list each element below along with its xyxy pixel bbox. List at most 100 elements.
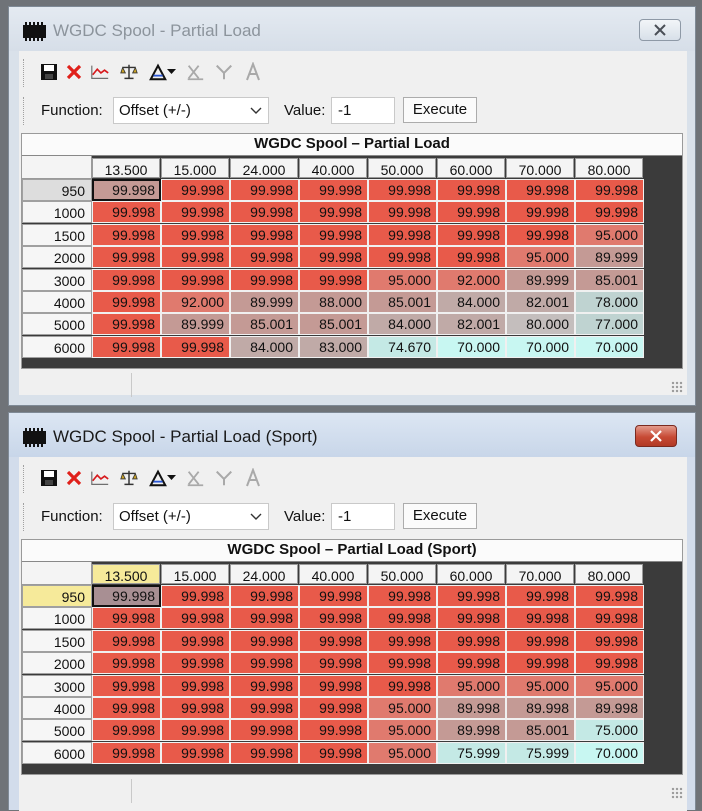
table-cell[interactable]: 99.998 [92, 719, 161, 742]
table-cell[interactable]: 89.998 [437, 697, 506, 719]
table-cell[interactable]: 80.000 [506, 313, 575, 336]
table-cell[interactable]: 99.998 [161, 179, 230, 201]
table-cell[interactable]: 84.000 [437, 291, 506, 313]
table-cell[interactable]: 99.998 [92, 697, 161, 719]
row-header[interactable]: 6000 [22, 335, 92, 358]
table-cell[interactable]: 74.670 [368, 335, 437, 358]
compare-icon[interactable] [119, 62, 139, 82]
table-cell[interactable]: 99.998 [161, 741, 230, 764]
table-cell[interactable]: 99.998 [161, 719, 230, 742]
table-cell[interactable]: 99.998 [92, 674, 161, 697]
table-cell[interactable]: 99.998 [161, 201, 230, 224]
resize-grip-icon[interactable] [671, 787, 683, 799]
table-cell[interactable]: 99.998 [299, 652, 368, 675]
table-cell[interactable]: 99.998 [437, 652, 506, 675]
column-header[interactable]: 40.000 [299, 564, 367, 584]
table-cell[interactable]: 84.000 [230, 335, 299, 358]
row-header[interactable]: 3000 [22, 268, 92, 291]
table-cell[interactable]: 99.998 [230, 652, 299, 675]
table-cell[interactable]: 70.000 [575, 335, 644, 358]
column-header[interactable]: 60.000 [437, 564, 505, 584]
table-cell[interactable]: 99.998 [92, 607, 161, 630]
table-cell[interactable]: 95.000 [368, 741, 437, 764]
table-cell[interactable]: 99.998 [230, 223, 299, 246]
row-header[interactable]: 3000 [22, 674, 92, 697]
close-button[interactable] [639, 19, 681, 41]
table-cell[interactable]: 75.999 [437, 741, 506, 764]
execute-button[interactable]: Execute [403, 503, 477, 529]
function-select[interactable]: Offset (+/-) [113, 97, 269, 124]
table-cell[interactable]: 95.000 [368, 268, 437, 291]
table-cell[interactable]: 99.998 [299, 697, 368, 719]
table-cell[interactable]: 95.000 [575, 674, 644, 697]
table-cell[interactable]: 99.998 [92, 313, 161, 336]
table-cell[interactable]: 99.998 [299, 585, 368, 607]
save-icon[interactable] [39, 468, 59, 488]
column-header[interactable]: 40.000 [299, 158, 367, 178]
table-cell[interactable]: 99.998 [437, 585, 506, 607]
table-cell[interactable]: 99.998 [437, 607, 506, 630]
table-cell[interactable]: 89.999 [575, 246, 644, 269]
table-cell[interactable]: 83.000 [299, 335, 368, 358]
column-header[interactable]: 24.000 [230, 158, 298, 178]
table-cell[interactable]: 99.998 [161, 223, 230, 246]
table-cell[interactable]: 82.001 [506, 291, 575, 313]
table-cell[interactable]: 92.000 [161, 291, 230, 313]
table-cell[interactable]: 99.998 [368, 629, 437, 652]
graph-icon[interactable] [90, 62, 110, 82]
table-cell[interactable]: 99.998 [230, 607, 299, 630]
table-cell[interactable]: 77.000 [575, 313, 644, 336]
table-cell[interactable]: 99.998 [368, 652, 437, 675]
table-cell[interactable]: 99.998 [299, 223, 368, 246]
table-cell[interactable]: 99.998 [161, 335, 230, 358]
table-cell[interactable]: 99.998 [230, 585, 299, 607]
table-cell[interactable]: 99.998 [299, 246, 368, 269]
row-header[interactable]: 4000 [22, 291, 92, 313]
column-header[interactable]: 15.000 [161, 158, 229, 178]
table-cell[interactable]: 99.998 [161, 652, 230, 675]
row-header[interactable]: 1500 [22, 629, 92, 652]
column-header[interactable]: 15.000 [161, 564, 229, 584]
table-cell[interactable]: 99.998 [575, 629, 644, 652]
table-cell[interactable]: 99.998 [506, 223, 575, 246]
table-cell[interactable]: 99.998 [506, 652, 575, 675]
table-cell[interactable]: 99.998 [437, 179, 506, 201]
table-cell[interactable]: 70.000 [437, 335, 506, 358]
table-cell[interactable]: 99.998 [230, 179, 299, 201]
table-cell[interactable]: 99.998 [161, 697, 230, 719]
table-cell[interactable]: 99.998 [92, 223, 161, 246]
table-cell[interactable]: 85.001 [230, 313, 299, 336]
table-cell[interactable]: 99.998 [230, 719, 299, 742]
graph-icon[interactable] [90, 468, 110, 488]
table-cell[interactable]: 70.000 [506, 335, 575, 358]
table-cell[interactable]: 85.001 [299, 313, 368, 336]
toolbar-grip[interactable] [23, 465, 25, 493]
row-header[interactable]: 950 [22, 585, 92, 607]
table-cell[interactable]: 99.998 [230, 674, 299, 697]
table-cell[interactable]: 99.998 [575, 201, 644, 224]
delete-icon[interactable] [64, 62, 84, 82]
table-cell[interactable]: 95.000 [368, 719, 437, 742]
table-cell[interactable]: 99.998 [92, 291, 161, 313]
toolbar-grip[interactable] [23, 59, 25, 87]
axis-icon[interactable] [185, 62, 205, 82]
table-cell[interactable]: 99.998 [575, 585, 644, 607]
table-cell[interactable]: 75.999 [506, 741, 575, 764]
table-cell[interactable]: 99.998 [299, 201, 368, 224]
table-cell[interactable]: 89.999 [230, 291, 299, 313]
value-input[interactable]: -1 [331, 97, 395, 124]
column-header[interactable]: 50.000 [368, 564, 436, 584]
table-cell[interactable]: 88.000 [299, 291, 368, 313]
table-cell[interactable]: 99.998 [368, 223, 437, 246]
table-cell[interactable]: 95.000 [368, 697, 437, 719]
row-header[interactable]: 1000 [22, 607, 92, 630]
table-cell[interactable]: 99.998 [575, 607, 644, 630]
delete-icon[interactable] [64, 468, 84, 488]
table-cell[interactable]: 99.998 [437, 246, 506, 269]
table-cell[interactable]: 85.001 [368, 291, 437, 313]
row-header[interactable]: 6000 [22, 741, 92, 764]
merge-icon[interactable] [214, 62, 234, 82]
toolbar-grip[interactable] [23, 97, 25, 125]
table-cell[interactable]: 99.998 [299, 179, 368, 201]
table-cell[interactable]: 99.998 [506, 585, 575, 607]
